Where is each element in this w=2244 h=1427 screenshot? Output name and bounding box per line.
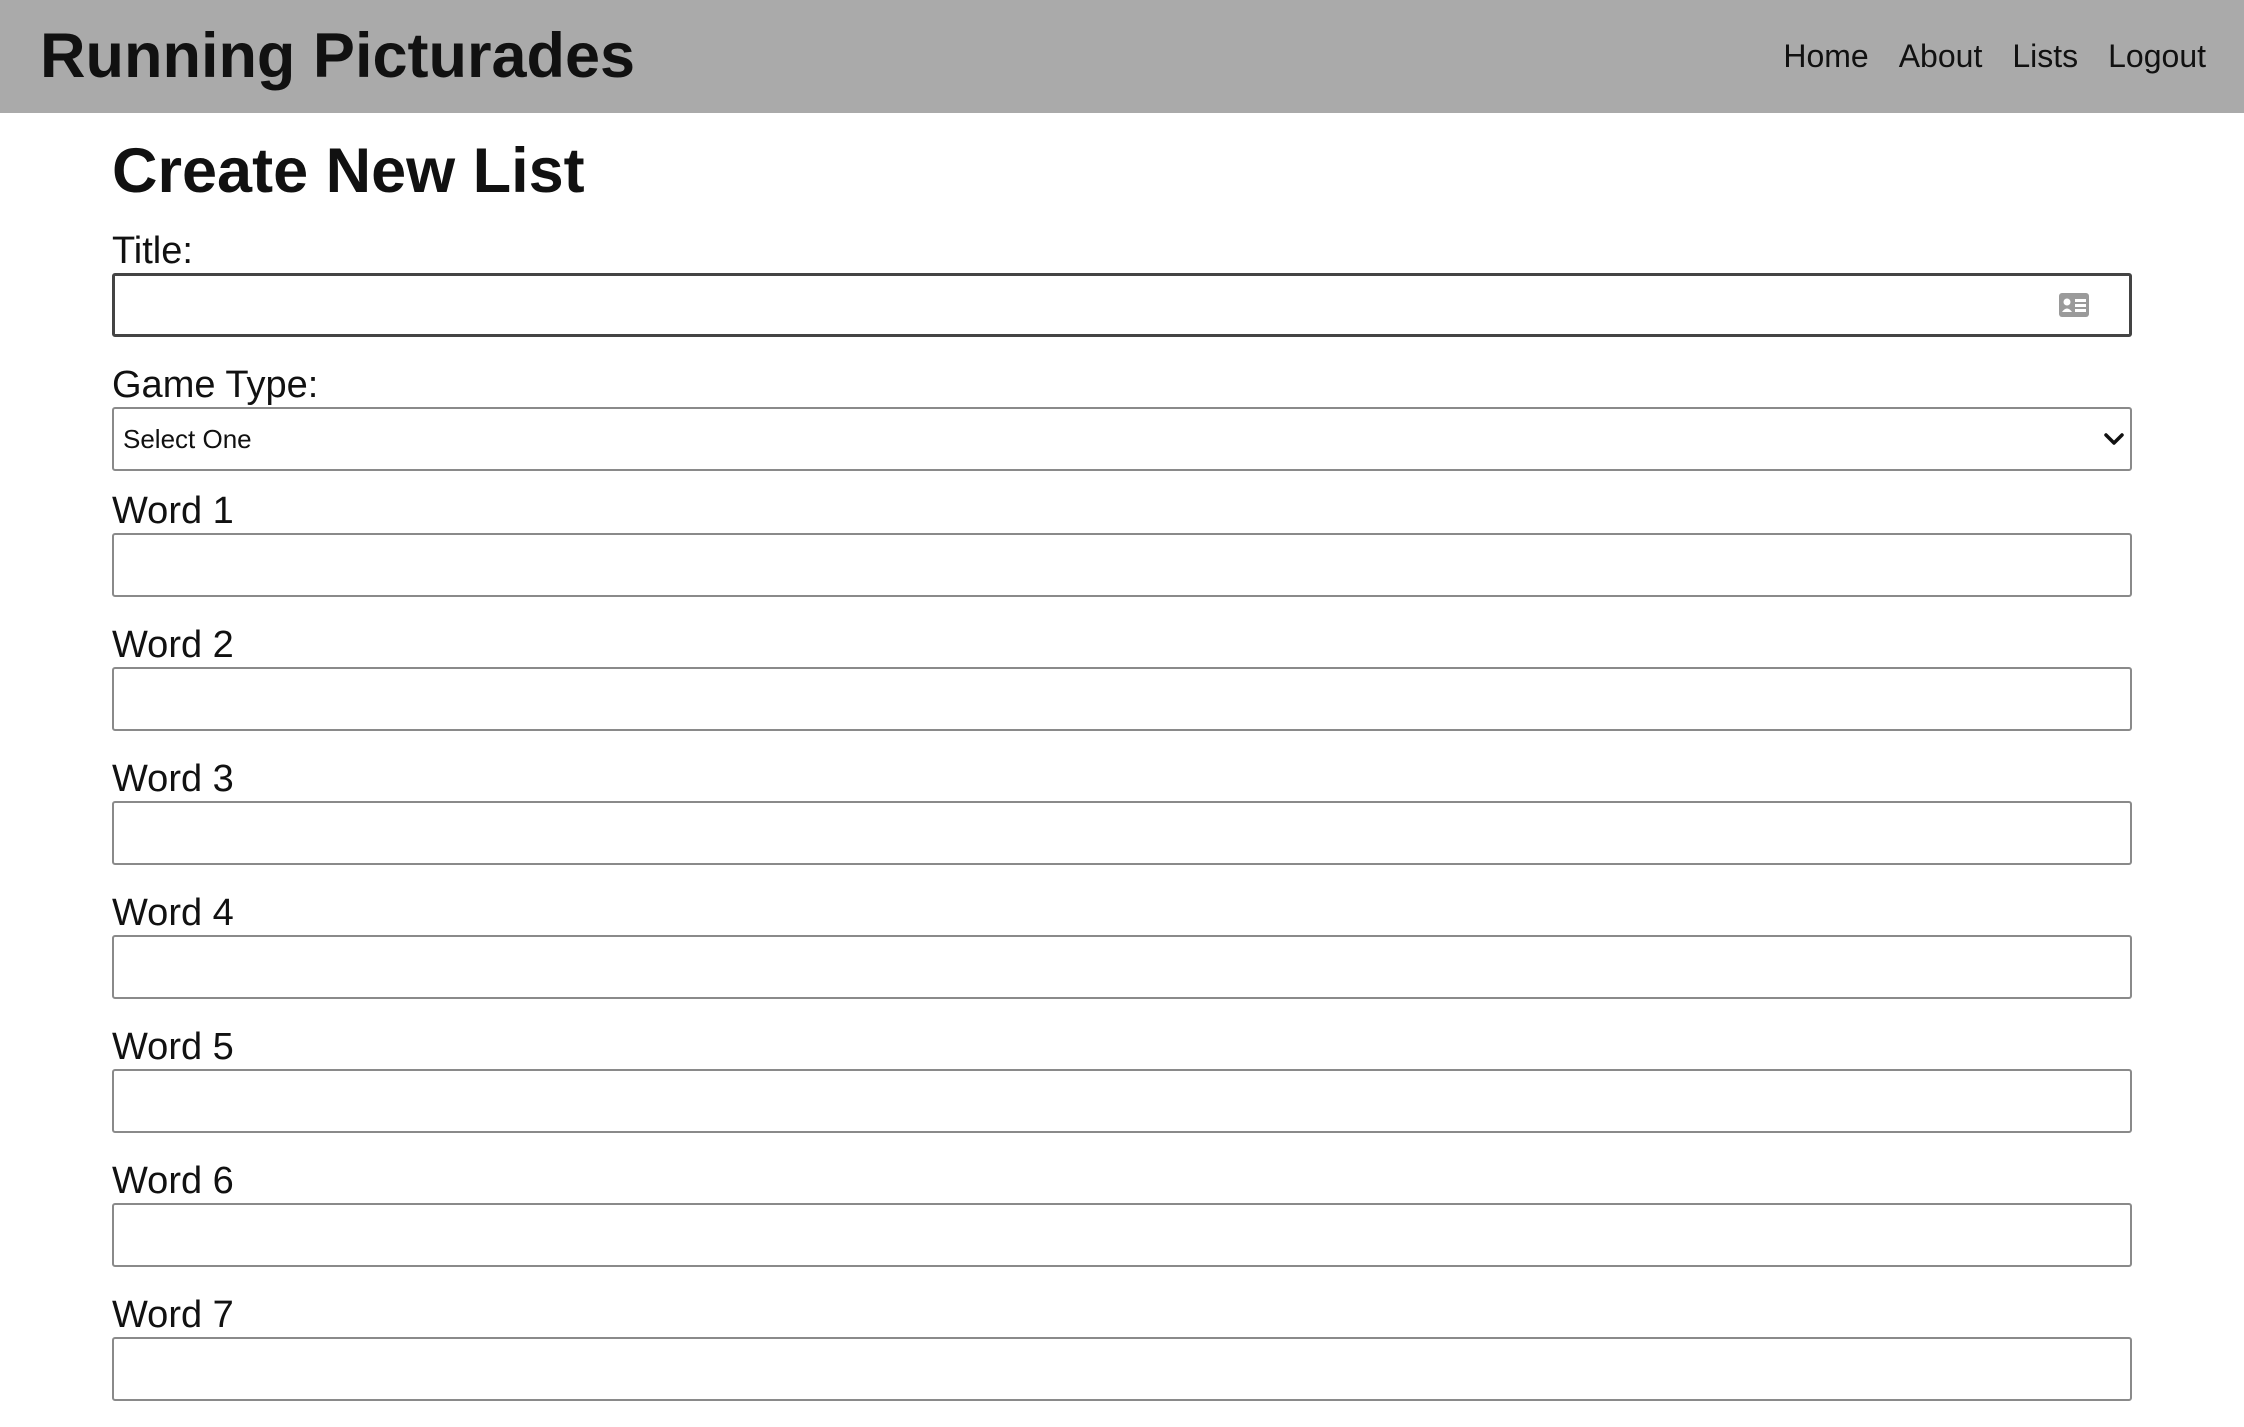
- site-brand[interactable]: Running Picturades: [40, 20, 635, 92]
- word-1-input[interactable]: [112, 533, 2132, 597]
- nav-home-link[interactable]: Home: [1783, 36, 1868, 76]
- word-5-input[interactable]: [112, 1069, 2132, 1133]
- title-label: Title:: [112, 230, 193, 272]
- contact-card-icon[interactable]: [2058, 292, 2090, 318]
- title-input[interactable]: [112, 273, 2132, 337]
- word-5-label: Word 5: [112, 1026, 234, 1068]
- site-header: Running Picturades Home About Lists Logo…: [0, 0, 2244, 113]
- word-field-4: Word 4: [112, 891, 2132, 1025]
- chevron-down-icon: [2104, 433, 2124, 445]
- word-field-2: Word 2: [112, 623, 2132, 757]
- nav-about-link[interactable]: About: [1899, 36, 1983, 76]
- word-7-input[interactable]: [112, 1337, 2132, 1401]
- main-nav: Home About Lists Logout: [1783, 36, 2206, 76]
- game-type-selected-value[interactable]: Select One: [112, 407, 2132, 471]
- game-type-label: Game Type:: [112, 364, 319, 406]
- word-6-label: Word 6: [112, 1160, 234, 1202]
- word-2-input[interactable]: [112, 667, 2132, 731]
- word-1-label: Word 1: [112, 490, 234, 532]
- word-7-label: Word 7: [112, 1294, 234, 1336]
- main-content: Create New List Title: Game Type: Select…: [112, 113, 2132, 1427]
- page-title: Create New List: [112, 136, 585, 206]
- word-3-input[interactable]: [112, 801, 2132, 865]
- word-field-1: Word 1: [112, 489, 2132, 623]
- word-4-input[interactable]: [112, 935, 2132, 999]
- word-6-input[interactable]: [112, 1203, 2132, 1267]
- word-2-label: Word 2: [112, 624, 234, 666]
- word-4-label: Word 4: [112, 892, 234, 934]
- nav-logout-link[interactable]: Logout: [2108, 36, 2206, 76]
- word-field-6: Word 6: [112, 1159, 2132, 1293]
- game-type-select[interactable]: Select One: [112, 407, 2132, 471]
- word-field-7: Word 7: [112, 1293, 2132, 1427]
- word-field-5: Word 5: [112, 1025, 2132, 1159]
- nav-lists-link[interactable]: Lists: [2012, 36, 2078, 76]
- title-field-wrapper: [112, 273, 2132, 337]
- word-field-3: Word 3: [112, 757, 2132, 891]
- word-3-label: Word 3: [112, 758, 234, 800]
